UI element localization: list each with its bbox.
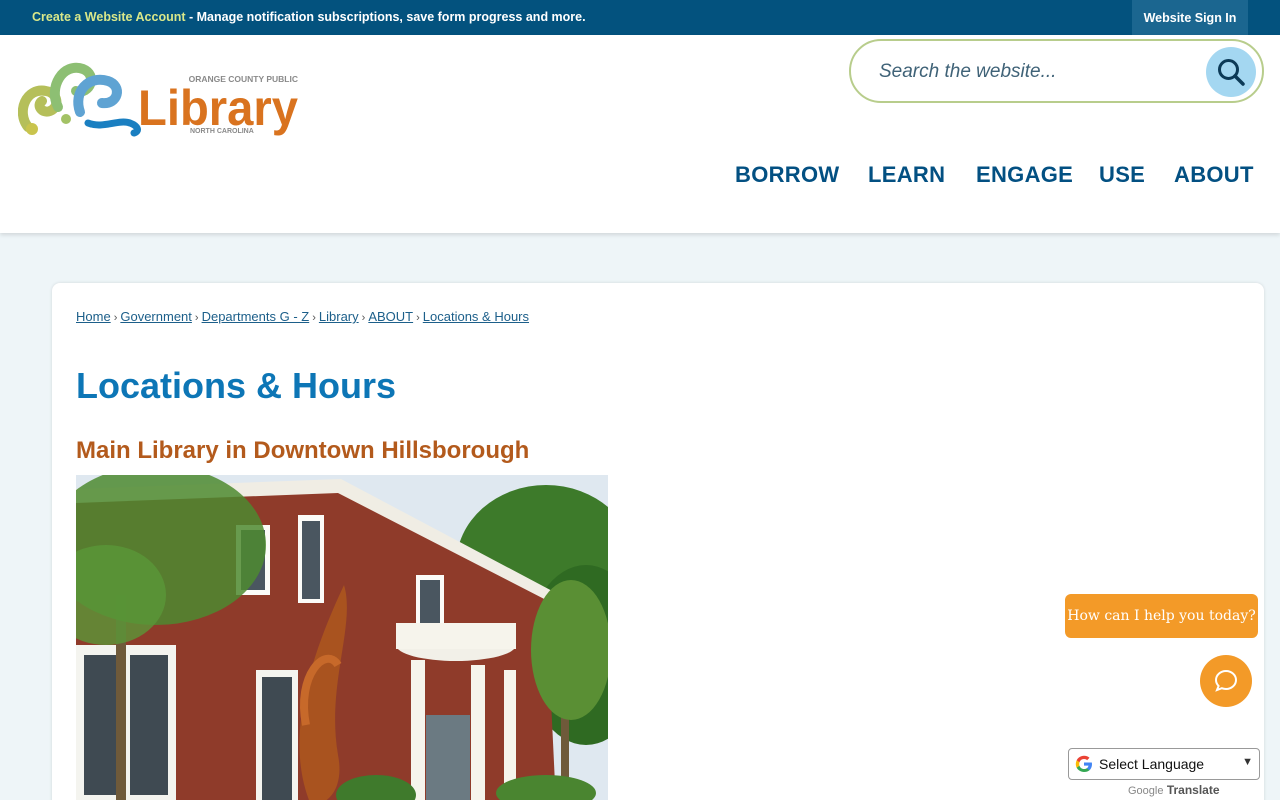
breadcrumb-locations-hours[interactable]: Locations & Hours <box>423 309 529 324</box>
breadcrumb-library[interactable]: Library <box>319 309 359 324</box>
create-account-link[interactable]: Create a Website Account <box>32 10 186 24</box>
library-logo[interactable]: ORANGE COUNTY PUBLIC Library NORTH CAROL… <box>17 57 302 137</box>
chat-icon <box>1214 669 1238 692</box>
top-utility-bar: Create a Website Account - Manage notifi… <box>0 0 1280 35</box>
search-input[interactable]: Search the website... <box>879 61 1056 83</box>
breadcrumb-departments[interactable]: Departments G - Z <box>202 309 310 324</box>
nav-use[interactable]: USE <box>1099 162 1145 188</box>
nav-engage[interactable]: ENGAGE <box>976 162 1073 188</box>
library-building-image <box>76 475 608 800</box>
breadcrumb-separator: › <box>194 312 199 324</box>
google-g-icon <box>1075 755 1092 772</box>
translate-label: Translate <box>1166 783 1220 797</box>
search-icon <box>1218 59 1245 86</box>
breadcrumb-government[interactable]: Government <box>120 309 192 324</box>
page-title: Locations & Hours <box>76 365 397 406</box>
website-sign-in-button[interactable]: Website Sign In <box>1132 0 1248 35</box>
breadcrumb-separator: › <box>113 312 118 324</box>
google-wordmark: Google <box>1128 785 1164 797</box>
content-card: Home › Government › Departments G - Z › Librar… <box>52 283 1264 800</box>
main-library-photo <box>76 475 608 800</box>
breadcrumb: Home › Government › Departments G - Z › Librar… <box>76 309 529 324</box>
site-search: Search the website... <box>849 39 1264 103</box>
powered-by-google-translate[interactable]: Google Translate <box>1128 783 1220 797</box>
breadcrumb-separator: › <box>416 312 420 324</box>
chevron-down-icon: ▼ <box>1242 756 1253 768</box>
library-logo-graphic: ORANGE COUNTY PUBLIC Library NORTH CAROL… <box>17 62 298 137</box>
account-promo: Create a Website Account - Manage notifi… <box>32 10 586 24</box>
nav-about[interactable]: ABOUT <box>1174 162 1254 188</box>
chat-launcher-button[interactable] <box>1200 655 1252 707</box>
chat-prompt-bubble[interactable]: How can I help you today? <box>1065 594 1258 638</box>
nav-borrow[interactable]: BORROW <box>735 162 839 188</box>
logo-bottom-text: NORTH CAROLINA <box>190 128 254 135</box>
language-select[interactable]: Select Language ▼ <box>1068 748 1260 780</box>
breadcrumb-separator: › <box>312 312 316 324</box>
search-button[interactable] <box>1206 47 1256 97</box>
select-language-label: Select Language <box>1099 756 1205 772</box>
breadcrumb-about[interactable]: ABOUT <box>368 309 413 324</box>
create-account-description: - Manage notification subscriptions, sav… <box>185 10 586 24</box>
section-title: Main Library in Downtown Hillsborough <box>76 437 530 464</box>
breadcrumb-home[interactable]: Home <box>76 309 111 324</box>
site-header: ORANGE COUNTY PUBLIC Library NORTH CAROL… <box>0 35 1280 233</box>
nav-learn[interactable]: LEARN <box>868 162 945 188</box>
breadcrumb-separator: › <box>361 312 366 324</box>
